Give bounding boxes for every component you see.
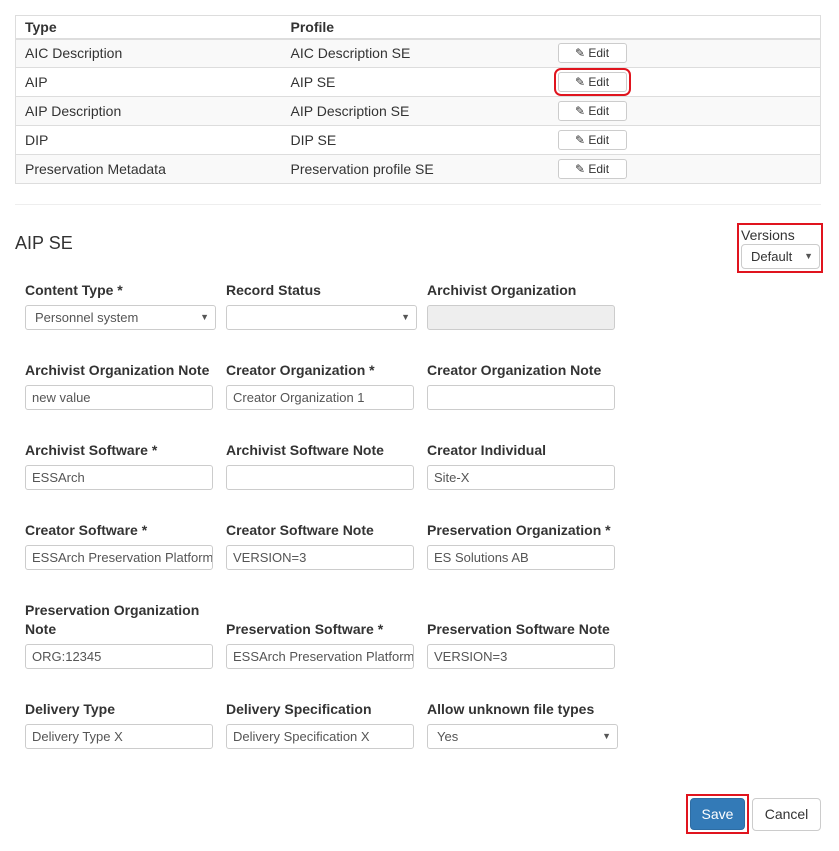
edit-button[interactable]: ✎ Edit [553, 68, 631, 96]
edit-button[interactable]: ✎ Edit [557, 101, 627, 121]
type-cell: AIP [15, 67, 282, 97]
text-input[interactable]: Delivery Type X [25, 724, 213, 749]
field-label: Preservation Organization * [427, 522, 611, 538]
text-input[interactable] [226, 465, 414, 490]
field-label: Archivist Software * [25, 442, 158, 458]
type-cell: DIP [15, 125, 282, 155]
edit-button[interactable]: ✎ Edit [557, 43, 627, 64]
field-label: Creator Organization * [226, 362, 375, 378]
field-archivist-organization-note: Archivist Organization Note new value [25, 361, 215, 410]
field-label: Preservation Software Note [427, 621, 610, 637]
versions-select[interactable]: Default ▼ [741, 244, 820, 269]
select-input[interactable]: Personnel system ▼ [25, 305, 216, 330]
field-creator-individual: Creator Individual Site-X [427, 441, 617, 490]
table-row: Preservation Metadata Preservation profi… [15, 154, 821, 184]
profile-title: AIP SE [15, 233, 73, 253]
text-input[interactable]: ESSArch Preservation Platform [226, 644, 414, 669]
field-archivist-software-note: Archivist Software Note [226, 441, 416, 490]
pencil-icon: ✎ [574, 104, 586, 118]
chevron-down-icon: ▼ [602, 731, 611, 741]
edit-button[interactable]: ✎ Edit [557, 159, 627, 179]
table-row: AIC Description AIC Description SE ✎ Edi… [15, 38, 821, 68]
field-archivist-software: Archivist Software * ESSArch [25, 441, 215, 490]
field-delivery-type: Delivery Type Delivery Type X [25, 700, 215, 749]
select-input[interactable]: Yes ▼ [427, 724, 618, 749]
cancel-button[interactable]: Cancel [752, 798, 821, 831]
field-record-status: Record Status ▼ [226, 281, 417, 330]
select-input[interactable]: ▼ [226, 305, 417, 330]
text-input[interactable]: Delivery Specification X [226, 724, 414, 749]
field-preservation-software-note: Preservation Software Note VERSION=3 [427, 620, 617, 669]
field-creator-organization: Creator Organization * Creator Organizat… [226, 361, 416, 410]
field-label: Archivist Organization Note [25, 362, 210, 378]
profile-cell: DIP SE [281, 125, 549, 155]
field-creator-software: Creator Software * ESSArch Preservation … [25, 521, 215, 570]
field-content-type: Content Type * Personnel system ▼ [25, 281, 216, 330]
profile-cell: AIC Description SE [281, 38, 549, 68]
field-label: Allow unknown file types [427, 701, 595, 717]
field-label: Creator Organization Note [427, 362, 602, 378]
field-preservation-organization: Preservation Organization * ES Solutions… [427, 521, 617, 570]
field-label: Creator Software Note [226, 522, 374, 538]
profile-cell: AIP SE [281, 67, 549, 97]
field-creator-organization-note: Creator Organization Note [427, 361, 617, 410]
field-label: Delivery Specification [226, 701, 372, 717]
profile-cell: AIP Description SE [281, 96, 549, 126]
field-label: Preservation Organization Note [25, 602, 200, 637]
field-label: Creator Individual [427, 442, 547, 458]
field-label: Archivist Software Note [226, 442, 384, 458]
field-preservation-organization-note: Preservation Organization Note ORG:12345 [25, 601, 215, 669]
field-label: Creator Software * [25, 522, 148, 538]
pencil-icon: ✎ [574, 133, 586, 147]
edit-button[interactable]: ✎ Edit [557, 130, 627, 150]
header-type: Type [15, 15, 282, 40]
header-profile: Profile [281, 15, 549, 40]
versions-label: Versions [741, 227, 795, 243]
text-input[interactable] [427, 385, 615, 410]
field-creator-software-note: Creator Software Note VERSION=3 [226, 521, 416, 570]
text-input[interactable]: VERSION=3 [226, 545, 414, 570]
save-button[interactable]: Save [690, 798, 745, 830]
text-input[interactable]: VERSION=3 [427, 644, 615, 669]
type-cell: Preservation Metadata [15, 154, 282, 184]
field-label: Record Status [226, 282, 321, 298]
field-label: Content Type * [25, 282, 123, 298]
text-input [427, 305, 615, 330]
chevron-down-icon: ▼ [401, 312, 410, 322]
field-archivist-organization: Archivist Organization [427, 281, 617, 330]
save-button-highlight: Save [686, 794, 749, 834]
field-preservation-software: Preservation Software * ESSArch Preserva… [226, 620, 416, 669]
profiles-table: Type Profile AIC Description AIC Descrip… [15, 15, 821, 184]
text-input[interactable]: ORG:12345 [25, 644, 213, 669]
field-label: Archivist Organization [427, 282, 577, 298]
type-cell: AIP Description [15, 96, 282, 126]
chevron-down-icon: ▼ [804, 251, 813, 261]
table-row: AIP Description AIP Description SE ✎ Edi… [15, 96, 821, 126]
field-label: Preservation Software * [226, 621, 384, 637]
field-delivery-specification: Delivery Specification Delivery Specific… [226, 700, 416, 749]
pencil-icon: ✎ [574, 75, 586, 89]
text-input[interactable]: ESSArch Preservation Platform [25, 545, 213, 570]
versions-group: Versions Default ▼ [737, 223, 823, 273]
divider [15, 204, 821, 205]
text-input[interactable]: ESSArch [25, 465, 213, 490]
pencil-icon: ✎ [574, 46, 586, 61]
text-input[interactable]: ES Solutions AB [427, 545, 615, 570]
text-input[interactable]: new value [25, 385, 213, 410]
type-cell: AIC Description [15, 38, 282, 68]
pencil-icon: ✎ [574, 162, 586, 176]
field-label: Delivery Type [25, 701, 116, 717]
text-input[interactable]: Creator Organization 1 [226, 385, 414, 410]
text-input[interactable]: Site-X [427, 465, 615, 490]
profile-cell: Preservation profile SE [281, 154, 549, 184]
table-row: AIP AIP SE ✎ Edit [15, 67, 821, 97]
table-row: DIP DIP SE ✎ Edit [15, 125, 821, 155]
chevron-down-icon: ▼ [200, 312, 209, 322]
field-allow-unknown-file-types: Allow unknown file types Yes ▼ [427, 700, 618, 749]
